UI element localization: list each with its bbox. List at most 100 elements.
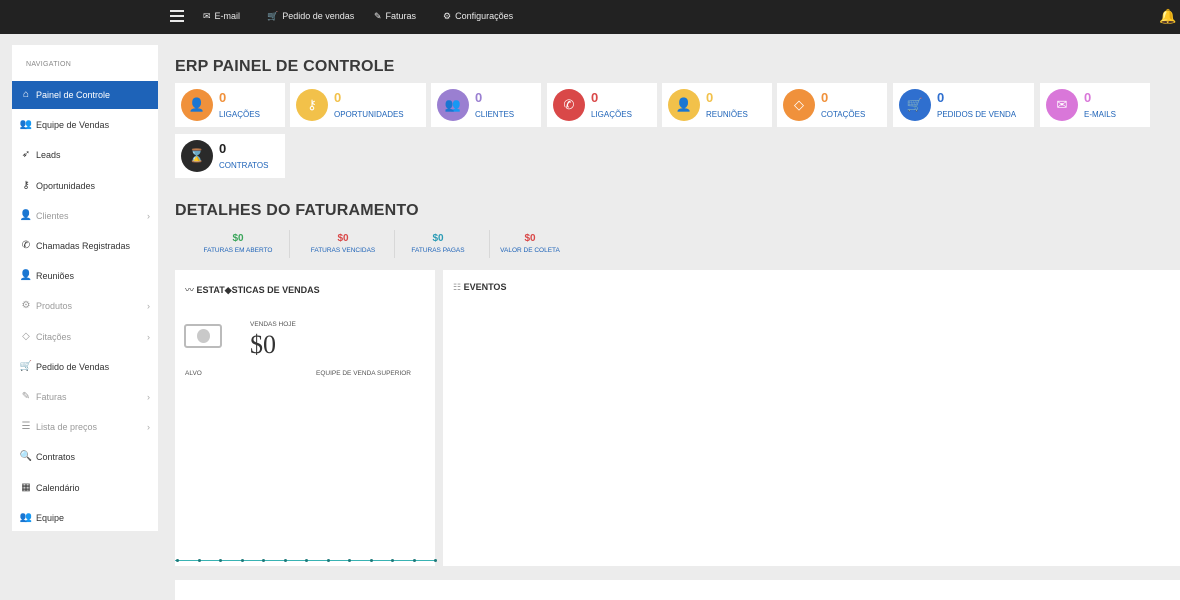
stat-card-label: CLIENTES [475, 110, 515, 119]
progress-dot [262, 559, 265, 562]
top-sales-team-label: EQUIPE DE VENDA SUPERIOR [316, 370, 411, 377]
key-icon: ⚷ [296, 89, 328, 121]
billing-divider [289, 230, 290, 258]
target-label: ALVO [185, 370, 202, 377]
navigation-header: NAVIGATION [26, 61, 72, 68]
topbar-invoices-label: Faturas [385, 11, 417, 21]
events-title: ☷ EVENTOS [453, 282, 506, 293]
topbar-settings-label: Configurações [455, 11, 514, 21]
stat-card-value: 0 [334, 90, 342, 105]
sidebar-item-leads[interactable]: ➶ Leads [12, 141, 158, 169]
sales-stats-title: 〰 ESTAT◆STICAS DE VENDAS [185, 283, 320, 296]
sidebar-item-equipe-de-vendas[interactable]: 👥 Equipe de Vendas [12, 111, 158, 139]
user-icon: 👤 [19, 270, 33, 282]
events-title-label: EVENTOS [463, 282, 507, 292]
billing-title: DETALHES DO FATURAMENTO [175, 202, 419, 219]
bell-icon[interactable]: 🔔 [1159, 8, 1176, 25]
team-icon: 👥 [19, 119, 33, 131]
sidebar-item-oportunidades[interactable]: ⚷ Oportunidades [12, 172, 158, 200]
person-icon: 👤 [668, 89, 700, 121]
top-navbar: ✉ E-mail 🛒 Pedido de vendas ✎ Faturas ⚙ Conf… [0, 0, 1180, 34]
topbar-invoices-link[interactable]: ✎ Faturas [374, 11, 416, 22]
progress-dot [176, 559, 179, 562]
topbar-settings-link[interactable]: ⚙ Configurações [443, 11, 513, 22]
stat-card-label: E-MAILS [1084, 110, 1117, 119]
sales-stats-title-label: ESTAT◆STICAS DE VENDAS [196, 285, 320, 295]
sidebar-item-faturas[interactable]: ✎ Faturas › [12, 383, 158, 411]
sidebar-item-equipe[interactable]: 👥 Equipe [12, 504, 158, 532]
phone-icon: ✆ [21, 240, 31, 251]
users-icon: 👥 [437, 89, 469, 121]
edit-icon: ✎ [21, 391, 31, 402]
products-icon: ⚙ [21, 300, 31, 312]
phone-icon: ✆ [553, 89, 585, 121]
progress-dot [197, 559, 201, 562]
billing-item-faturas-pagas: $0 FATURAS PAGAS [388, 233, 488, 254]
search-icon: 🔍 [19, 451, 33, 463]
progress-dot [369, 559, 373, 562]
billing-label: FATURAS VENCIDAS [310, 247, 376, 254]
user-icon: 👤 [181, 89, 213, 121]
calendar-icon: ▦ [21, 481, 31, 493]
rocket-icon: ➶ [21, 149, 31, 161]
team-icon: 👥 [19, 511, 33, 523]
progress-dot [305, 559, 308, 562]
sidebar-item-label: Pedido de Vendas [36, 361, 110, 372]
stat-card-e-mails[interactable]: ✉ 0 E-MAILS [1040, 83, 1150, 127]
stat-card-oportunidades[interactable]: ⚷ 0 OPORTUNIDADES [290, 83, 426, 127]
users-icon: 👤 [19, 209, 33, 221]
sidebar-item-painel-de-controle[interactable]: ⌂ Painel de Controle [12, 81, 158, 109]
stat-card-clientes[interactable]: 👥 0 CLIENTES [431, 83, 541, 127]
stat-card-label: LIGAÇÕES [219, 110, 260, 119]
progress-dot [240, 559, 244, 562]
sidebar-item-label: Painel de Controle [36, 90, 111, 100]
cart-icon: 🛒 [899, 89, 931, 121]
sidebar-item-label: Faturas [36, 392, 67, 402]
stat-card-label: REUNIÕES [706, 110, 748, 119]
stat-card-liga-es[interactable]: 👤 0 LIGAÇÕES [175, 83, 285, 127]
billing-item-faturas-vencidas: $0 FATURAS VENCIDAS [293, 233, 393, 254]
stat-card-cota-es[interactable]: ◇ 0 COTAÇÕES [777, 83, 887, 127]
progress-dot [391, 559, 394, 562]
stat-card-label: OPORTUNIDADES [334, 110, 404, 119]
sidebar-item-pedido-de-vendas[interactable]: 🛒 Pedido de Vendas [12, 353, 158, 381]
stat-card-label: CONTRATOS [219, 161, 269, 170]
sales-stats-panel: 〰 ESTAT◆STICAS DE VENDAS VENDAS HOJE $0 … [175, 270, 437, 566]
topbar-email-label: E-mail [214, 11, 241, 21]
billing-value: $0 [337, 233, 349, 244]
progress-dot [412, 559, 416, 562]
list-icon: ☷ [453, 282, 462, 292]
stat-card-value: 0 [219, 90, 227, 105]
stat-card-liga-es[interactable]: ✆ 0 LIGAÇÕES [547, 83, 657, 127]
sidebar-item-label: Contratos [36, 452, 76, 463]
topbar-email-link[interactable]: ✉ E-mail [203, 11, 240, 22]
hamburger-menu-icon[interactable] [170, 10, 184, 22]
sidebar-item-produtos[interactable]: ⚙ Produtos › [12, 292, 158, 320]
sidebar: NAVIGATION ⌂ Painel de Controle 👥 Equipe de… [12, 45, 158, 531]
events-panel: ☷ EVENTOS [443, 270, 1180, 566]
key-icon: ⚷ [22, 179, 30, 191]
billing-label: VALOR DE COLETA [500, 247, 560, 254]
chevron-right-icon: › [147, 331, 150, 342]
sidebar-item-label: Chamadas Registradas [36, 241, 131, 251]
billing-value: $0 [432, 233, 444, 244]
sidebar-item-contratos[interactable]: 🔍 Contratos [12, 443, 158, 471]
sidebar-item-chamadas-registradas[interactable]: ✆ Chamadas Registradas [12, 232, 158, 260]
stat-card-pedidos-de-venda[interactable]: 🛒 0 PEDIDOS DE VENDA [893, 83, 1034, 127]
sidebar-item-label: Clientes [36, 210, 69, 221]
chevron-right-icon: › [147, 392, 150, 402]
sidebar-item-label: Calendário [36, 482, 80, 493]
cart-icon: 🛒 [267, 11, 279, 21]
topbar-sales-order-link[interactable]: 🛒 Pedido de vendas [267, 11, 354, 22]
sidebar-item-calend-rio[interactable]: ▦ Calendário [12, 474, 158, 502]
stat-card-reuni-es[interactable]: 👤 0 REUNIÕES [662, 83, 772, 127]
sidebar-item-clientes[interactable]: 👤 Clientes › [12, 202, 158, 230]
bottom-panel [175, 580, 1180, 600]
sidebar-item-cita-es[interactable]: ◇ Citações › [12, 323, 158, 351]
sidebar-item-reuni-es[interactable]: 👤 Reuniões [12, 262, 158, 290]
billing-label: FATURAS PAGAS [411, 247, 465, 254]
tag-icon: ◇ [22, 330, 30, 342]
stat-card-contratos[interactable]: ⌛ 0 CONTRATOS [175, 134, 285, 178]
billing-label: FATURAS EM ABERTO [203, 247, 273, 254]
sidebar-item-lista-de-pre-os[interactable]: ☰ Lista de preços › [12, 413, 158, 441]
